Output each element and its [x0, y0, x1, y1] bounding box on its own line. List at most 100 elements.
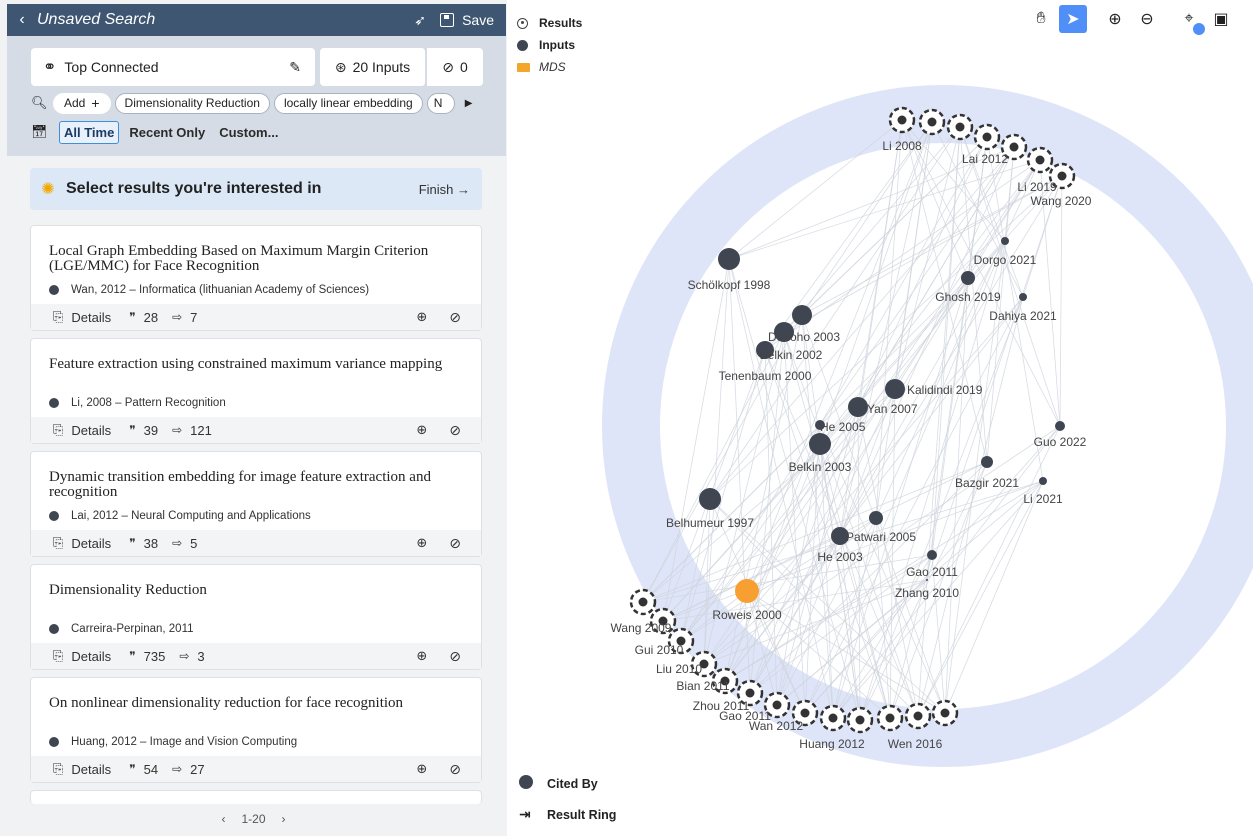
paper-meta: Li, 2008 – Pattern Recognition	[49, 397, 226, 409]
result-card-partial[interactable]	[30, 790, 482, 804]
legend-result-ring[interactable]: ⇥ Result Ring	[519, 799, 616, 830]
finish-button[interactable]: Finish →	[419, 182, 470, 197]
details-button[interactable]: Details	[71, 762, 111, 777]
details-icon[interactable]: ⎘	[53, 648, 63, 664]
algorithm-selector[interactable]: ⚭ Top Connected ✎	[31, 48, 315, 86]
result-node[interactable]	[973, 123, 1001, 151]
add-input-icon[interactable]: ⊕	[416, 309, 427, 325]
result-node[interactable]	[876, 704, 904, 732]
keyword-chip[interactable]: Dimensionality Reduction	[114, 92, 270, 114]
exclude-icon[interactable]: ⊘	[449, 309, 461, 326]
paper-title[interactable]: Feature extraction using constrained max…	[31, 357, 481, 372]
keyword-chip[interactable]: locally linear embedding	[273, 92, 423, 114]
paper-title[interactable]: Local Graph Embedding Based on Maximum M…	[31, 244, 481, 274]
paper-source: Carreira-Perpinan, 2011	[71, 623, 194, 635]
time-custom-button[interactable]: Custom...	[215, 122, 282, 143]
paper-title[interactable]: Dynamic transition embedding for image f…	[31, 470, 481, 500]
input-node[interactable]	[1039, 477, 1047, 485]
share-icon[interactable]: ➶	[408, 12, 432, 29]
result-card[interactable]: Dimensionality Reduction Carreira-Perpin…	[30, 564, 482, 670]
scroll-right-icon[interactable]: ▶	[465, 98, 473, 109]
paper-source: Li, 2008 – Pattern Recognition	[71, 397, 226, 409]
details-icon[interactable]: ⎘	[53, 309, 63, 325]
calendar-icon: 📅︎	[31, 124, 48, 139]
legend-group[interactable]: MDS	[517, 56, 582, 78]
add-input-icon[interactable]: ⊕	[416, 648, 427, 664]
citation-count: 39	[143, 422, 159, 438]
exclude-icon[interactable]: ⊘	[449, 535, 461, 552]
edit-icon[interactable]: ✎	[289, 59, 301, 76]
result-card[interactable]: Dynamic transition embedding for image f…	[30, 451, 482, 557]
input-node[interactable]	[699, 488, 721, 510]
input-node[interactable]	[809, 433, 831, 455]
details-icon[interactable]: ⎘	[53, 535, 63, 551]
input-node-label: Belkin 2003	[789, 460, 852, 474]
details-button[interactable]: Details	[71, 649, 111, 664]
input-node[interactable]	[927, 550, 937, 560]
pointer-icon[interactable]: ➤	[1059, 5, 1087, 33]
legend-cited-by[interactable]: Cited By	[519, 768, 616, 799]
hand-icon[interactable]: ✋︎	[1027, 5, 1055, 33]
search-title[interactable]: Unsaved Search	[37, 11, 408, 29]
add-input-icon[interactable]: ⊕	[416, 761, 427, 777]
time-recent-button[interactable]: Recent Only	[125, 122, 209, 143]
paper-title[interactable]: Dimensionality Reduction	[31, 583, 481, 598]
input-node[interactable]	[848, 397, 868, 417]
input-node[interactable]	[792, 305, 812, 325]
exclude-icon[interactable]: ⊘	[449, 761, 461, 778]
result-node[interactable]	[1026, 146, 1054, 174]
zoom-in-icon[interactable]: ⊕	[1101, 5, 1129, 33]
inputs-button[interactable]: ⊛ 20 Inputs	[320, 48, 426, 86]
legend-inputs[interactable]: Inputs	[517, 34, 582, 56]
exclude-icon[interactable]: ⊘	[449, 648, 461, 665]
input-node[interactable]	[1019, 293, 1027, 301]
paper-source: Huang, 2012 – Image and Vision Computing	[71, 736, 298, 748]
paper-title[interactable]: On nonlinear dimensionality reduction fo…	[31, 696, 481, 711]
result-node[interactable]	[946, 113, 974, 141]
legend-results[interactable]: Results	[517, 12, 582, 34]
image-icon[interactable]: ▣	[1207, 5, 1235, 33]
result-node[interactable]	[846, 706, 874, 734]
exclude-icon[interactable]: ⊘	[449, 422, 461, 439]
save-icon[interactable]	[440, 13, 455, 27]
save-button[interactable]: Save	[462, 12, 494, 28]
details-icon[interactable]: ⎘	[53, 761, 63, 777]
input-node[interactable]	[869, 511, 883, 525]
input-node[interactable]	[926, 579, 928, 581]
input-node[interactable]	[961, 271, 975, 285]
result-card[interactable]: Local Graph Embedding Based on Maximum M…	[30, 225, 482, 331]
result-card[interactable]: On nonlinear dimensionality reduction fo…	[30, 677, 482, 783]
back-icon[interactable]: ‹	[7, 11, 37, 29]
result-node[interactable]	[888, 106, 916, 134]
details-button[interactable]: Details	[71, 310, 111, 325]
keyword-chip[interactable]: N	[426, 92, 455, 114]
result-node[interactable]	[819, 704, 847, 732]
details-button[interactable]: Details	[71, 423, 111, 438]
input-node[interactable]	[718, 248, 740, 270]
excluded-button[interactable]: ⊘ 0	[427, 48, 483, 86]
details-icon[interactable]: ⎘	[53, 422, 63, 438]
input-node[interactable]	[981, 456, 993, 468]
inputs-icon: ⊛	[334, 58, 347, 75]
next-page-button[interactable]: ›	[282, 812, 286, 826]
result-node[interactable]	[904, 702, 932, 730]
locate-icon[interactable]: ⌖	[1175, 5, 1207, 37]
zoom-out-icon[interactable]: ⊖	[1133, 5, 1161, 33]
add-input-icon[interactable]: ⊕	[416, 535, 427, 551]
result-node[interactable]	[931, 699, 959, 727]
result-node[interactable]	[918, 108, 946, 136]
input-node[interactable]	[1055, 421, 1065, 431]
time-all-button[interactable]: All Time	[59, 120, 120, 144]
paper-source: Lai, 2012 – Neural Computing and Applica…	[71, 510, 311, 522]
details-button[interactable]: Details	[71, 536, 111, 551]
input-node[interactable]	[885, 379, 905, 399]
graph-bottom-legend: Cited By ⇥ Result Ring	[519, 768, 616, 830]
input-node[interactable]	[1001, 237, 1009, 245]
result-node[interactable]	[629, 588, 657, 616]
input-node[interactable]	[735, 579, 759, 603]
add-keyword-button[interactable]: Add +	[53, 92, 111, 114]
citation-graph[interactable]: Schölkopf 1998 Donoho 2003 Belkin 2002 Tene…	[507, 0, 1253, 836]
prev-page-button[interactable]: ‹	[221, 812, 225, 826]
result-card[interactable]: Feature extraction using constrained max…	[30, 338, 482, 444]
add-input-icon[interactable]: ⊕	[416, 422, 427, 438]
